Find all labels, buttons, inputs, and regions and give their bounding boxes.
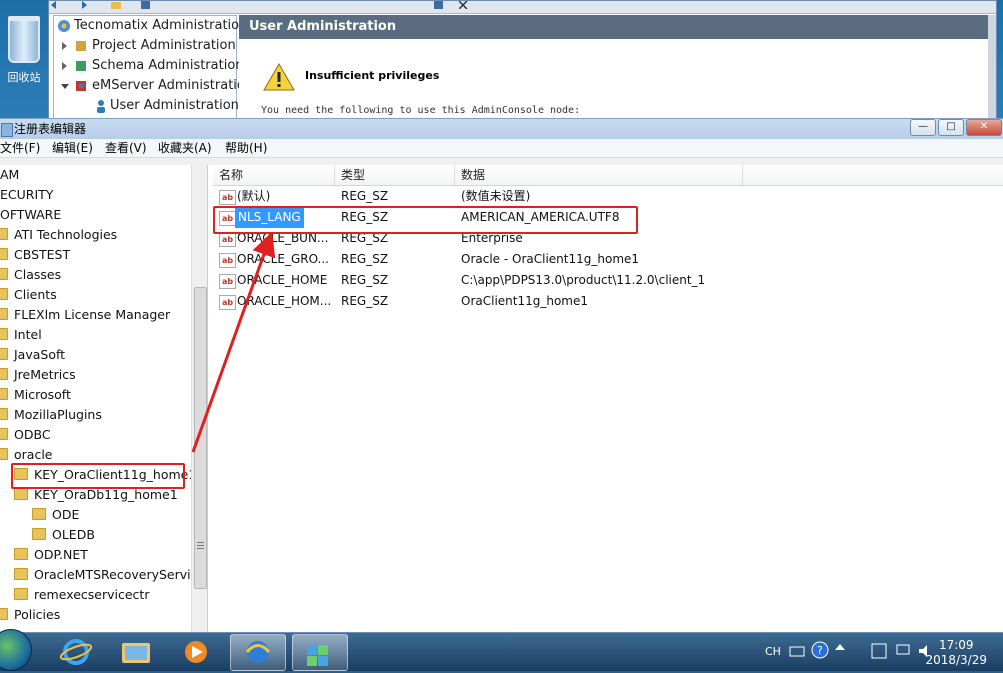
network-icon[interactable] (895, 643, 911, 659)
tray-app-icon[interactable] (871, 643, 887, 659)
internet-explorer-icon (59, 639, 93, 665)
taskbar-ie-button[interactable] (50, 634, 104, 669)
clock-time: 17:09 (938, 638, 974, 652)
file-explorer-icon (122, 643, 150, 663)
annotation-arrow-line (191, 231, 276, 453)
help-icon[interactable]: ? (811, 641, 829, 659)
svg-text:?: ? (817, 644, 823, 657)
taskbar-explorer-button[interactable] (110, 634, 164, 669)
regedit-app-icon (307, 645, 328, 666)
media-player-icon (185, 641, 207, 663)
tray-options-icon[interactable] (835, 644, 845, 656)
tecnomatix-app-icon (245, 641, 271, 663)
taskbar: CH ? 17:09 2018/3/29 (0, 629, 1003, 671)
system-clock[interactable]: 17:09 2018/3/29 (925, 638, 987, 668)
keyboard-icon[interactable] (789, 643, 805, 659)
annotation-arrow (191, 231, 276, 453)
clock-date: 2018/3/29 (925, 653, 987, 667)
taskbar-media-player-button[interactable] (170, 634, 224, 669)
taskbar-tecnomatix-button[interactable] (230, 634, 286, 671)
input-language-indicator[interactable]: CH (765, 645, 781, 658)
taskbar-regedit-button[interactable] (292, 634, 348, 671)
start-button[interactable] (0, 629, 32, 671)
